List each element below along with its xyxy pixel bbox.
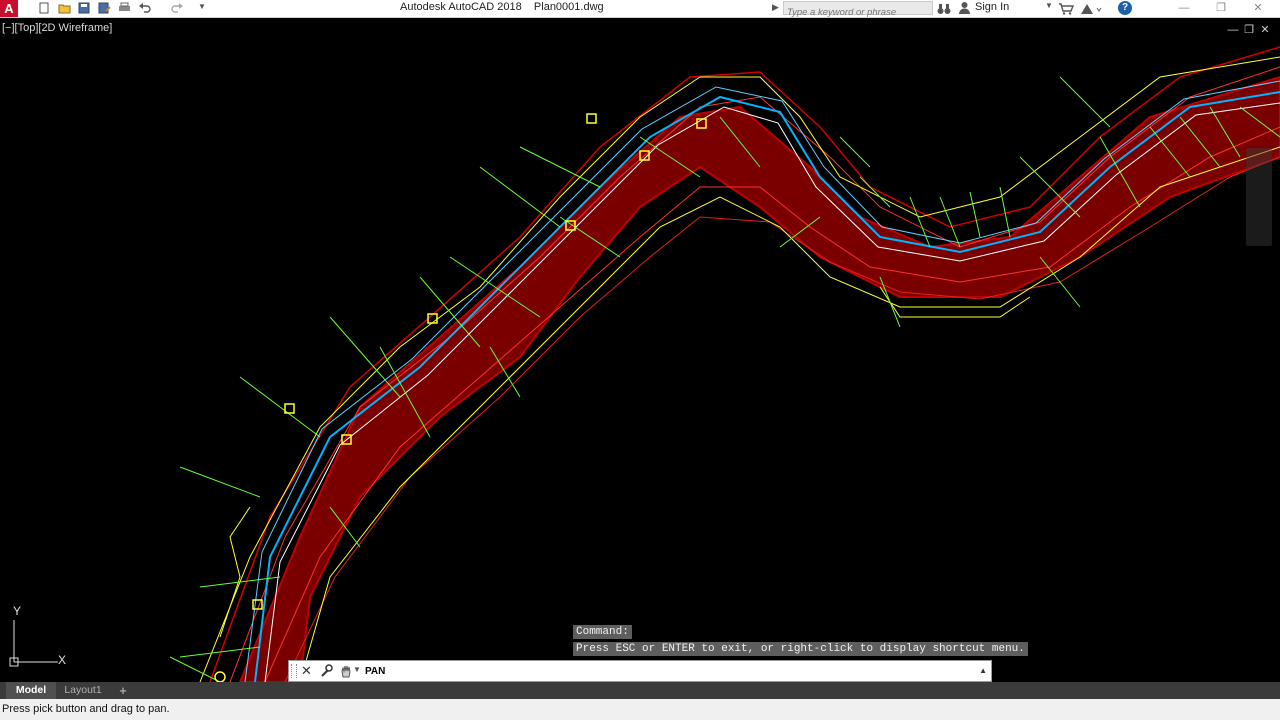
open-icon[interactable] bbox=[58, 2, 72, 15]
ucs-icon: Y X bbox=[8, 604, 78, 680]
terrain-contours bbox=[209, 46, 1280, 682]
doc-restore-button[interactable]: ❐ bbox=[1242, 24, 1256, 36]
command-history-line: Command: bbox=[573, 625, 632, 639]
redo-icon[interactable] bbox=[170, 2, 184, 15]
close-icon[interactable]: ✕ bbox=[301, 663, 312, 679]
search-expand-icon[interactable]: ▶ bbox=[772, 2, 779, 13]
close-button[interactable]: ✕ bbox=[1244, 0, 1272, 16]
status-bar: Press pick button and drag to pan. bbox=[0, 699, 1280, 720]
wrench-icon[interactable] bbox=[319, 664, 333, 683]
maximize-button[interactable]: ❐ bbox=[1207, 0, 1235, 16]
add-layout-button[interactable]: + bbox=[114, 682, 132, 699]
ucs-y-label: Y bbox=[13, 604, 22, 618]
save-icon[interactable] bbox=[78, 2, 92, 15]
command-grip-handle[interactable] bbox=[291, 664, 297, 678]
pan-hand-icon[interactable] bbox=[339, 664, 353, 683]
drawing-canvas[interactable] bbox=[0, 17, 1280, 682]
navigation-bar[interactable] bbox=[1246, 148, 1272, 246]
undo-icon[interactable] bbox=[138, 2, 152, 15]
command-input[interactable] bbox=[365, 664, 965, 678]
print-icon[interactable] bbox=[118, 2, 132, 15]
tab-layout1[interactable]: Layout1 bbox=[60, 682, 106, 699]
minimize-button[interactable]: — bbox=[1170, 0, 1198, 16]
search-field[interactable] bbox=[783, 1, 933, 19]
help-icon[interactable]: ? bbox=[1118, 1, 1132, 15]
status-text: Press pick button and drag to pan. bbox=[2, 703, 170, 715]
title-bar: A ▼ Autodesk AutoCAD 2018 Plan0001.dwg ▶… bbox=[0, 0, 1280, 19]
saveas-icon[interactable] bbox=[98, 2, 112, 15]
chevron-up-icon[interactable]: ▲ bbox=[979, 666, 987, 675]
doc-minimize-button[interactable]: — bbox=[1226, 24, 1240, 36]
doc-close-button[interactable]: ✕ bbox=[1258, 24, 1272, 36]
qat-dropdown-icon[interactable]: ▼ bbox=[198, 2, 212, 15]
app-menu-button[interactable]: A bbox=[0, 0, 18, 17]
window-title: Autodesk AutoCAD 2018 Plan0001.dwg bbox=[400, 1, 604, 13]
ucs-x-label: X bbox=[58, 653, 67, 667]
viewport-controls-label[interactable]: [−][Top][2D Wireframe] bbox=[2, 22, 112, 34]
command-line[interactable]: ✕ ▼ ▲ bbox=[288, 660, 992, 682]
chevron-down-icon[interactable]: ▼ bbox=[353, 665, 361, 674]
new-icon[interactable] bbox=[38, 2, 52, 15]
chevron-down-icon[interactable]: ▼ bbox=[1045, 1, 1053, 10]
signin-button[interactable]: Sign In bbox=[975, 1, 1009, 13]
command-history-line: Press ESC or ENTER to exit, or right-cli… bbox=[573, 642, 1028, 656]
tab-model[interactable]: Model bbox=[6, 682, 56, 699]
layout-tabs: Model Layout1 + bbox=[0, 682, 1280, 699]
